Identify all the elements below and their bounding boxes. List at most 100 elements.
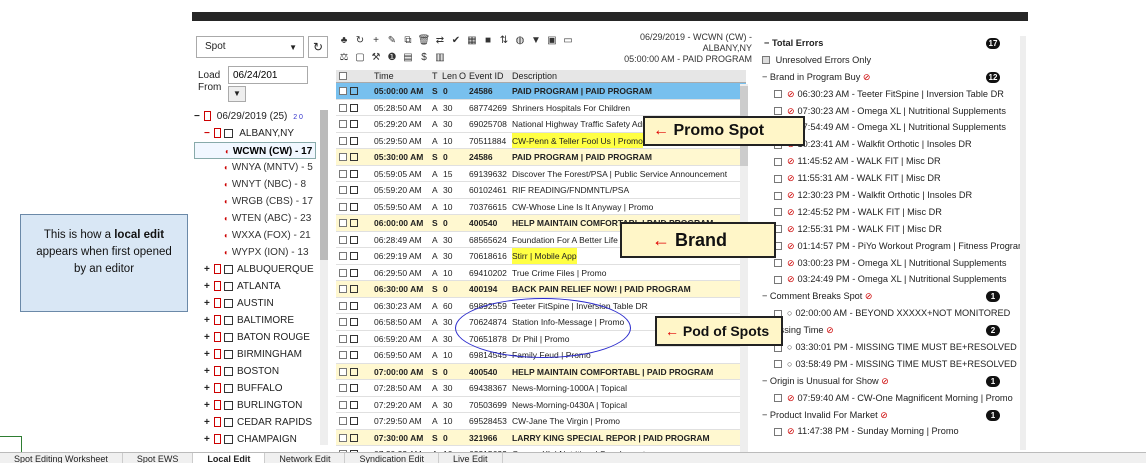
row-checkbox[interactable] bbox=[339, 120, 347, 128]
checkbox-icon[interactable] bbox=[224, 383, 233, 393]
expand-icon[interactable] bbox=[350, 186, 358, 194]
collapse-icon[interactable]: − bbox=[204, 125, 214, 142]
expand-icon[interactable] bbox=[350, 252, 358, 260]
table-row[interactable]: 05:30:00 AM S 0 24586 PAID PROGRAM | PAID PR… bbox=[336, 149, 746, 166]
tree-market-item[interactable]: + BALTIMORE bbox=[194, 312, 316, 329]
checkbox-icon[interactable] bbox=[224, 400, 233, 410]
error-item[interactable]: ⊘ 12:30:23 PM - Walkfit Orthotic | Insole… bbox=[760, 187, 1010, 204]
filter-button[interactable]: ▼ bbox=[228, 86, 246, 102]
tree-station-item[interactable]: ◐ WXXA (FOX) - 21 bbox=[194, 227, 316, 244]
row-checkbox[interactable] bbox=[339, 301, 347, 310]
error-item[interactable]: ⊘ 12:45:52 PM - WALK FIT | Misc DR bbox=[760, 204, 1010, 221]
checkbox-icon[interactable] bbox=[224, 128, 233, 138]
column-header-description[interactable]: Description bbox=[512, 71, 557, 81]
columns-icon[interactable]: ▥ bbox=[432, 52, 448, 63]
tree-station-item[interactable]: ◐ WRGB (CBS) - 17 bbox=[194, 193, 316, 210]
expand-icon[interactable] bbox=[350, 235, 358, 244]
view-type-select[interactable]: Spot ▼ bbox=[196, 36, 304, 58]
tree-market-item[interactable]: + ALBUQUERQUE bbox=[194, 261, 316, 278]
load-from-date-input[interactable] bbox=[228, 66, 308, 84]
frame-icon[interactable]: ▢ bbox=[352, 52, 368, 63]
row-checkbox[interactable] bbox=[339, 268, 347, 277]
table-row[interactable]: 05:00:00 AM S 0 24586 PAID PROGRAM | PAID PR… bbox=[336, 83, 746, 100]
table-row[interactable]: 06:29:50 AM A 10 69410202 True Crime Files |… bbox=[336, 265, 746, 281]
row-checkbox[interactable] bbox=[339, 235, 347, 244]
copy-icon[interactable]: ⧉ bbox=[400, 35, 416, 46]
checkbox-icon[interactable] bbox=[224, 434, 233, 444]
row-checkbox[interactable] bbox=[339, 285, 347, 293]
report-icon[interactable]: ▤ bbox=[400, 52, 416, 63]
unresolved-checkbox[interactable] bbox=[762, 56, 770, 65]
error-group-header[interactable]: − Comment Breaks Spot ⊘ 1 bbox=[760, 288, 1010, 305]
errors-scrollbar[interactable] bbox=[1020, 36, 1026, 450]
error-item[interactable]: ○ 03:30:01 PM - MISSING TIME MUST BE+RESO… bbox=[760, 339, 1017, 356]
tree-station-item[interactable]: ◐ WYPX (ION) - 13 bbox=[194, 244, 316, 261]
swap-icon[interactable]: ⇄ bbox=[432, 35, 448, 46]
tree-market-item[interactable]: + BUFFALO bbox=[194, 380, 316, 397]
column-header-length[interactable]: Len bbox=[442, 71, 457, 81]
sort-icon[interactable]: ⇅ bbox=[496, 35, 512, 46]
balance-icon[interactable]: ⚖ bbox=[336, 52, 352, 63]
expand-icon[interactable] bbox=[350, 351, 358, 359]
collapse-icon[interactable]: − bbox=[762, 376, 770, 386]
expand-icon[interactable]: + bbox=[204, 278, 214, 295]
tab-live-edit[interactable]: Live Edit bbox=[439, 453, 503, 463]
error-item-checkbox[interactable] bbox=[774, 191, 782, 200]
tab-spot-editing-worksheet[interactable]: Spot Editing Worksheet bbox=[0, 453, 123, 463]
row-checkbox[interactable] bbox=[339, 103, 347, 112]
row-checkbox[interactable] bbox=[339, 87, 347, 95]
expand-icon[interactable] bbox=[350, 400, 358, 409]
collapse-icon[interactable]: − bbox=[194, 108, 204, 125]
tab-network-edit[interactable]: Network Edit bbox=[265, 453, 346, 463]
wrench-icon[interactable]: ⚒ bbox=[368, 52, 384, 63]
error-item[interactable]: ⊘ 12:55:31 PM - WALK FIT | Misc DR bbox=[760, 221, 1010, 238]
tree-scrollbar[interactable] bbox=[320, 110, 328, 445]
refresh-button[interactable]: ↻ bbox=[308, 36, 328, 58]
tree-market-item[interactable]: + ATLANTA bbox=[194, 278, 316, 295]
expand-icon[interactable] bbox=[350, 334, 358, 343]
error-group-header[interactable]: − Origin is Unusual for Show ⊘ 1 bbox=[760, 373, 1010, 390]
row-checkbox[interactable] bbox=[339, 433, 347, 442]
check-icon[interactable]: ✔ bbox=[448, 35, 464, 46]
collapse-icon[interactable]: − bbox=[764, 38, 769, 48]
table-row[interactable]: 07:29:50 AM A 10 69528453 CW-Jane The Virgin… bbox=[336, 413, 746, 430]
tree-market-item[interactable]: + CEDAR RAPIDS bbox=[194, 414, 316, 431]
expand-icon[interactable] bbox=[350, 301, 358, 310]
table-row[interactable]: 05:59:50 AM A 10 70376615 CW-Whose Line Is I… bbox=[336, 199, 746, 215]
globe-icon[interactable]: ◍ bbox=[512, 35, 528, 46]
expand-icon[interactable]: + bbox=[204, 414, 214, 431]
add-icon[interactable]: + bbox=[368, 35, 384, 46]
collapse-icon[interactable]: − bbox=[762, 410, 770, 420]
error-item-checkbox[interactable] bbox=[774, 174, 782, 183]
table-row[interactable]: 07:30:00 AM S 0 321966 LARRY KING SPECIAL RE… bbox=[336, 429, 746, 446]
expand-icon[interactable] bbox=[350, 136, 358, 145]
tree-market-item[interactable]: + BOSTON bbox=[194, 363, 316, 380]
error-item-checkbox[interactable] bbox=[774, 276, 782, 285]
edit-icon[interactable]: ✎ bbox=[384, 35, 400, 46]
table-row[interactable]: 07:00:00 AM S 0 400540 HELP MAINTAIN COMFORT… bbox=[336, 363, 746, 380]
expand-icon[interactable] bbox=[350, 202, 358, 211]
checkbox-icon[interactable] bbox=[224, 349, 233, 359]
tree-station-item[interactable]: ◐ WCWN (CW) - 17 bbox=[194, 142, 316, 159]
expand-icon[interactable]: + bbox=[204, 380, 214, 397]
row-checkbox[interactable] bbox=[339, 417, 347, 425]
tab-spot-ews[interactable]: Spot EWS bbox=[123, 453, 194, 463]
error-item[interactable]: ⊘ 07:59:40 AM - CW-One Magnificent Mornin… bbox=[760, 390, 1013, 407]
expand-icon[interactable]: + bbox=[204, 346, 214, 363]
table-row[interactable]: 05:59:05 AM A 15 69139632 Discover The Fores… bbox=[336, 166, 746, 182]
column-header-time[interactable]: Time bbox=[374, 71, 394, 81]
tab-local-edit[interactable]: Local Edit bbox=[193, 453, 266, 463]
expand-icon[interactable]: + bbox=[204, 329, 214, 346]
row-checkbox[interactable] bbox=[339, 186, 347, 194]
expand-icon[interactable] bbox=[350, 367, 358, 376]
unresolved-only-toggle[interactable]: Unresolved Errors Only bbox=[760, 52, 1010, 69]
expand-icon[interactable] bbox=[350, 433, 358, 442]
checkbox-icon[interactable] bbox=[224, 298, 233, 308]
expand-icon[interactable] bbox=[350, 87, 358, 95]
row-checkbox[interactable] bbox=[339, 334, 347, 343]
expand-icon[interactable] bbox=[350, 384, 358, 392]
tree-station-item[interactable]: ◐ WNYT (NBC) - 8 bbox=[194, 176, 316, 193]
tree-station-item[interactable]: ◐ WTEN (ABC) - 23 bbox=[194, 210, 316, 227]
checkbox-icon[interactable] bbox=[224, 315, 233, 325]
filter-icon[interactable]: ▼ bbox=[528, 35, 544, 46]
